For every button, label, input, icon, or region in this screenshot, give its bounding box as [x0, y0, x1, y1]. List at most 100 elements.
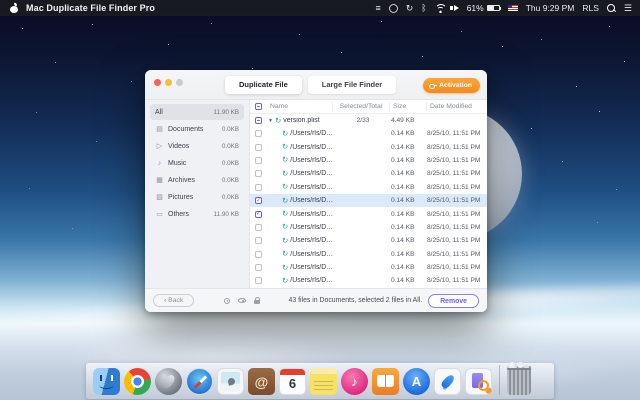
- dock-icon-contacts[interactable]: @: [248, 368, 275, 395]
- menu-extras: ≡ ↻ ᛒ 61% Thu 9:29 PM RLS ☰: [375, 0, 640, 16]
- table-row[interactable]: ↻/Users/rls/Documents/Microso...0.14 KB8…: [250, 248, 487, 261]
- sidebar-item-music[interactable]: ♪Music0.0KB: [150, 155, 244, 171]
- table-header: Name Selected/Total Size Date Modified: [250, 100, 487, 114]
- sidebar-item-pictures[interactable]: ▨Pictures0.0KB: [150, 189, 244, 205]
- file-date-modified: 8/25/10, 11:51 PM: [427, 170, 487, 177]
- row-checkbox[interactable]: [255, 184, 262, 191]
- dock-icon-rocket-app[interactable]: [434, 368, 461, 395]
- dock-icon-app-store[interactable]: A: [403, 368, 430, 395]
- disclosure-triangle-icon[interactable]: ▼: [268, 118, 273, 124]
- file-path: /Users/rls/Documents/Microso...: [290, 157, 335, 164]
- file-size: 0.14 KB: [391, 277, 427, 284]
- dock-icon-safari[interactable]: [186, 368, 213, 395]
- dock-icon-ibooks[interactable]: [372, 368, 399, 395]
- dock-icon-preview[interactable]: [217, 368, 244, 395]
- table-row[interactable]: ↻/Users/rls/Documents/Microso...0.14 KB8…: [250, 154, 487, 167]
- zoom-window-button[interactable]: [176, 79, 183, 86]
- activation-label: Activation: [439, 82, 472, 89]
- notification-center-icon[interactable]: ☰: [624, 0, 632, 16]
- spotlight-search-icon[interactable]: [607, 3, 616, 13]
- activation-button[interactable]: Activation: [423, 78, 480, 93]
- battery-percent-label: 61%: [467, 3, 484, 13]
- column-header-selected-total[interactable]: Selected/Total: [333, 103, 389, 110]
- dock-icon-calendar[interactable]: 6: [279, 368, 306, 395]
- back-button[interactable]: ‹ Back: [153, 294, 194, 307]
- sidebar-item-archives[interactable]: ▦Archives0.0KB: [150, 172, 244, 188]
- row-checkbox[interactable]: [255, 170, 262, 177]
- column-header-size[interactable]: Size: [390, 103, 426, 110]
- table-row[interactable]: ↻/Users/rls/Documents/Microso...0.14 KB8…: [250, 167, 487, 180]
- table-row[interactable]: ↻/Users/rls/Documents/Microso...0.14 KB8…: [250, 181, 487, 194]
- plist-file-icon: ↻: [282, 196, 288, 206]
- column-header-date-modified[interactable]: Date Modified: [427, 103, 487, 110]
- table-row[interactable]: ↻/Users/rls/Documents/Microso...0.14 KB8…: [250, 234, 487, 247]
- row-checkbox[interactable]: [255, 117, 262, 124]
- table-row[interactable]: ↻/Users/rls/Documents/Microso...0.14 KB8…: [250, 274, 487, 287]
- row-checkbox[interactable]: [255, 224, 262, 231]
- row-checkbox[interactable]: [255, 144, 262, 151]
- active-app-menu[interactable]: Mac Duplicate File Finder Pro: [26, 3, 155, 13]
- sidebar-item-others[interactable]: ▭Others11.90 KB: [150, 206, 244, 222]
- sidebar-item-label: Archives: [168, 177, 195, 184]
- select-all-checkbox[interactable]: [255, 103, 262, 110]
- tab-large-file-finder[interactable]: Large File Finder: [308, 76, 396, 94]
- table-row[interactable]: ↻/Users/rls/Documents/Microso...0.14 KB8…: [250, 221, 487, 234]
- user-menu-label[interactable]: RLS: [582, 0, 599, 16]
- row-checkbox[interactable]: [255, 237, 262, 244]
- dock-icon-finder[interactable]: [93, 368, 120, 395]
- volume-icon[interactable]: [454, 5, 459, 11]
- clock-label[interactable]: Thu 9:29 PM: [526, 0, 575, 16]
- file-date-modified: 8/25/10, 11:51 PM: [427, 277, 487, 284]
- row-checkbox[interactable]: [255, 157, 262, 164]
- file-size: 0.14 KB: [391, 184, 427, 191]
- window-titlebar[interactable]: Duplicate File Large File Finder Activat…: [145, 70, 487, 100]
- preview-icon[interactable]: [238, 298, 246, 303]
- file-path: /Users/rls/Documents/Microso...: [290, 184, 335, 191]
- row-checkbox[interactable]: [255, 277, 262, 284]
- sidebar-item-all[interactable]: All11.90 KB: [150, 104, 244, 120]
- file-size: 0.14 KB: [391, 224, 427, 231]
- sidebar-item-size: 0.0KB: [222, 143, 239, 150]
- dock-icon-notes[interactable]: [310, 368, 337, 395]
- battery-menu-item[interactable]: 61%: [467, 3, 500, 13]
- column-header-name[interactable]: Name: [267, 103, 332, 110]
- dock-icon-trash[interactable]: [507, 366, 531, 395]
- table-row[interactable]: ↻/Users/rls/Documents/Microso...0.14 KB8…: [250, 127, 487, 140]
- file-date-modified: 8/25/10, 11:51 PM: [427, 251, 487, 258]
- table-row-parent[interactable]: ▼ ↻ version.plist 2/33 4.49 KB: [250, 114, 487, 127]
- app-status-icon[interactable]: [389, 4, 398, 13]
- footer-tools: [224, 297, 260, 305]
- table-row[interactable]: ↻/Users/rls/Documents/Microso...0.14 KB8…: [250, 261, 487, 274]
- sidebar-item-videos[interactable]: ▷Videos0.0KB: [150, 138, 244, 154]
- desktop: Mac Duplicate File Finder Pro ≡ ↻ ᛒ 61% …: [0, 0, 640, 400]
- row-checkbox[interactable]: [255, 251, 262, 258]
- dock-icon-chrome[interactable]: [124, 368, 151, 395]
- table-row[interactable]: ✓↻/Users/rls/Documents/Microso...0.14 KB…: [250, 194, 487, 207]
- window-footer: ‹ Back 43 files in Documents, selected 2…: [145, 288, 487, 312]
- file-path: /Users/rls/Documents/Microso...: [290, 237, 335, 244]
- apple-menu-icon[interactable]: [10, 4, 18, 13]
- dock-icon-itunes[interactable]: ♪: [341, 368, 368, 395]
- table-row[interactable]: ↻/Users/rls/Documents/Microso...0.14 KB8…: [250, 140, 487, 153]
- row-checkbox[interactable]: [255, 130, 262, 137]
- bluetooth-icon[interactable]: ᛒ: [421, 0, 426, 16]
- dock-icon-launchpad[interactable]: [155, 368, 182, 395]
- tab-duplicate-file[interactable]: Duplicate File: [225, 76, 302, 94]
- file-path: /Users/rls/Documents/Microso...: [290, 277, 335, 284]
- row-checkbox[interactable]: ✓: [255, 211, 262, 218]
- sidebar-item-documents[interactable]: ▤Documents0.0KB: [150, 121, 244, 137]
- dock-icon-duplicate-file-finder[interactable]: [465, 368, 492, 395]
- locate-icon[interactable]: [224, 298, 230, 304]
- minimize-window-button[interactable]: [165, 79, 172, 86]
- remove-button[interactable]: Remove: [428, 294, 479, 308]
- row-checkbox[interactable]: [255, 264, 262, 271]
- us-flag-icon[interactable]: [508, 5, 518, 11]
- file-path: /Users/rls/Documents/Microso...: [290, 130, 335, 137]
- row-checkbox[interactable]: ✓: [255, 197, 262, 204]
- wifi-icon[interactable]: [435, 4, 446, 13]
- sync-icon[interactable]: ↻: [406, 0, 414, 16]
- close-window-button[interactable]: [154, 79, 161, 86]
- input-list-icon[interactable]: ≡: [375, 0, 380, 16]
- table-row[interactable]: ✓↻/Users/rls/Documents/Microso...0.14 KB…: [250, 207, 487, 220]
- lock-icon[interactable]: [254, 300, 260, 305]
